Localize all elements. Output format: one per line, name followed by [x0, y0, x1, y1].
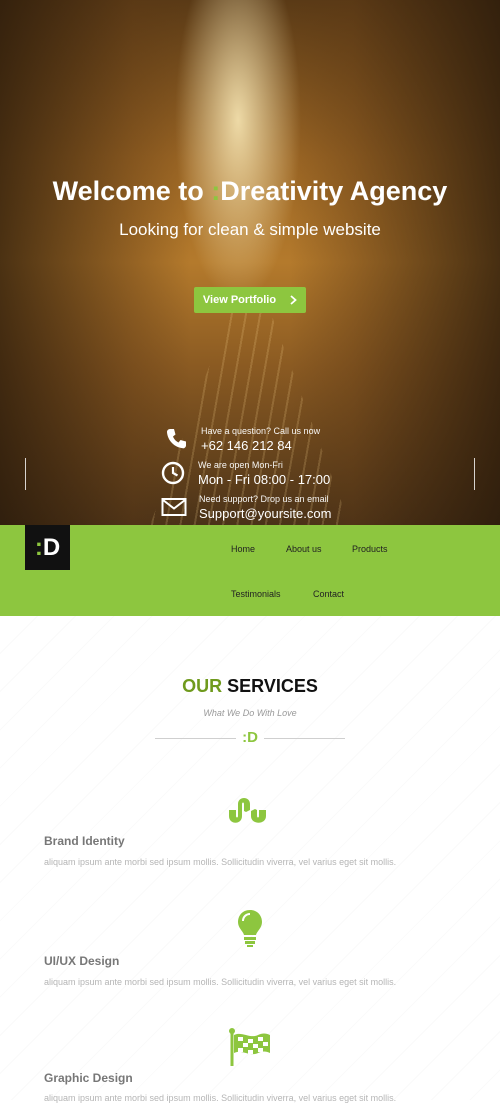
view-portfolio-button[interactable]: View Portfolio: [194, 287, 306, 313]
hero-subtitle: Looking for clean & simple website: [119, 220, 381, 239]
service-desc-uiux-design: aliquam ipsum ante morbi sed ipsum molli…: [44, 977, 397, 987]
contact-email-caption: Need support? Drop us an email: [199, 494, 329, 504]
contact-phone-caption: Have a question? Call us now: [201, 426, 321, 436]
hero-street-right: [290, 0, 500, 525]
service-desc-graphic-design: aliquam ipsum ante morbi sed ipsum molli…: [44, 1093, 397, 1103]
nav-item-products[interactable]: Products: [352, 544, 388, 554]
services-divider-logo: :D: [236, 728, 264, 748]
services-divider-letter: D: [247, 729, 258, 746]
phone-icon: [166, 429, 186, 449]
service-title-uiux-design: UI/UX Design: [44, 954, 120, 968]
hero-title: Welcome to :Dreativity Agency: [0, 176, 500, 207]
services-subtitle: What We Do With Love: [203, 708, 297, 718]
services-title-accent: OUR: [182, 676, 223, 696]
service-title-brand-identity: Brand Identity: [44, 834, 125, 848]
envelope-icon: [161, 498, 187, 516]
hero-logo-glyph: :: [211, 176, 221, 206]
nav-item-testimonials[interactable]: Testimonials: [231, 589, 281, 599]
nav-item-contact[interactable]: Contact: [313, 589, 344, 599]
main-navbar: :D Home About us Products Testimonials C…: [0, 525, 500, 616]
services-title: OUR SERVICES: [0, 676, 500, 697]
hero-title-prefix: Welcome to: [52, 176, 212, 206]
stumbleupon-icon: [229, 798, 266, 823]
contact-phone-number: +62 146 212 84: [201, 438, 292, 453]
lightbulb-icon: [238, 910, 262, 947]
contact-email-address[interactable]: Support@yoursite.com: [199, 506, 331, 521]
site-logo-letter: D: [42, 533, 61, 561]
nav-item-home[interactable]: Home: [231, 544, 255, 554]
service-desc-brand-identity: aliquam ipsum ante morbi sed ipsum molli…: [44, 857, 397, 867]
hero-section: Welcome to :Dreativity Agency Looking fo…: [0, 0, 500, 525]
hero-street-left: [0, 0, 190, 525]
hero-title-suffix: Dreativity Agency: [220, 176, 448, 206]
nav-item-about-us[interactable]: About us: [286, 544, 322, 554]
flag-icon: [229, 1028, 270, 1066]
contact-hours-value: Mon - Fri 08:00 - 17:00: [198, 472, 331, 487]
service-title-graphic-design: Graphic Design: [44, 1071, 133, 1085]
services-title-rest: SERVICES: [222, 676, 318, 696]
site-logo[interactable]: :D: [25, 525, 70, 570]
contact-hours-caption: We are open Mon-Fri: [198, 460, 283, 470]
view-portfolio-label: View Portfolio: [202, 294, 277, 306]
hero-right-line: [474, 458, 475, 490]
hero-left-line: [25, 458, 26, 490]
clock-icon: [161, 461, 185, 485]
site-logo-colon: :: [34, 533, 43, 561]
chevron-right-icon: [290, 295, 297, 305]
